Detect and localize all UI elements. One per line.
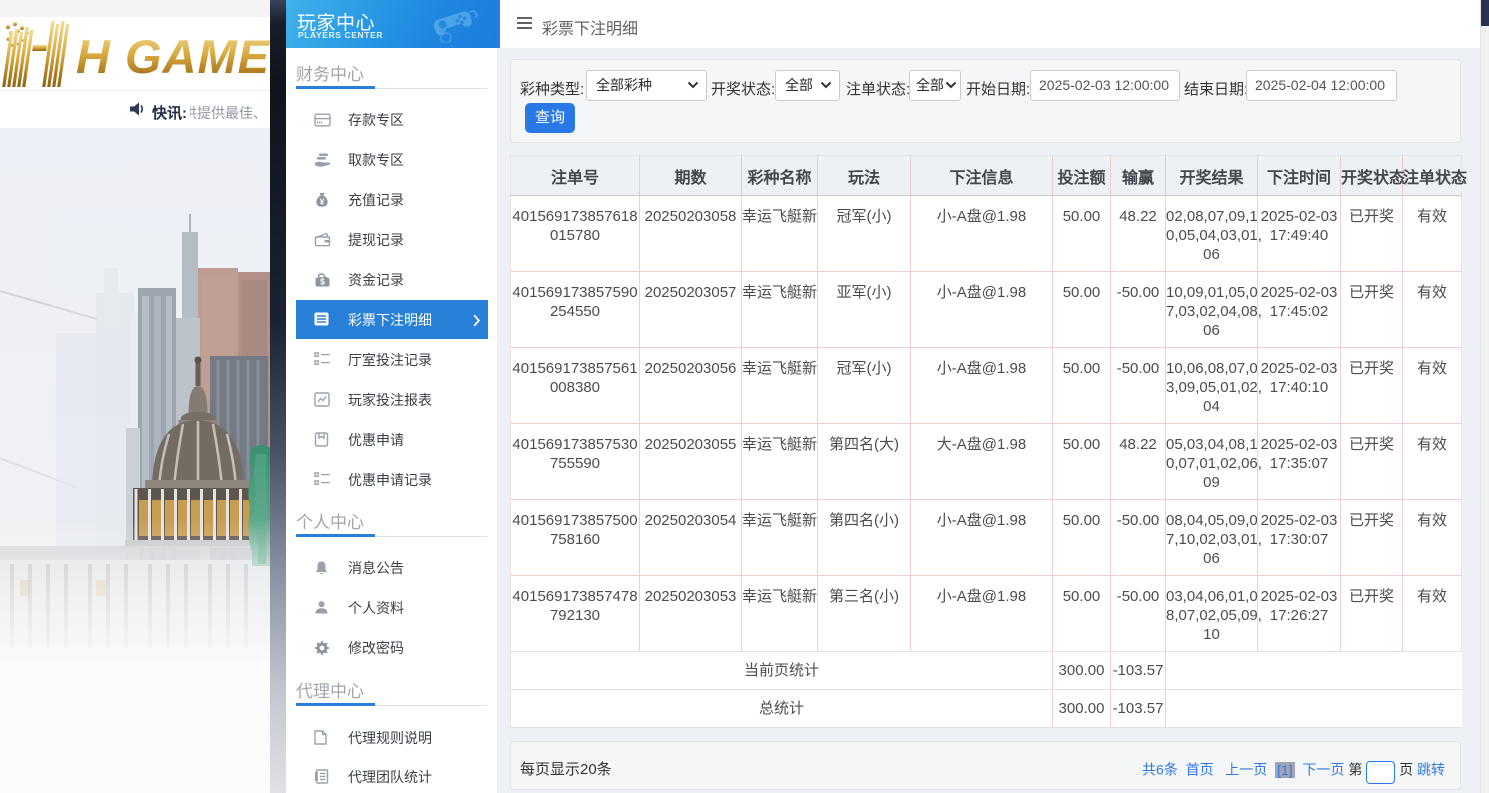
svg-text:$: $ <box>320 277 325 287</box>
svg-text:¥: ¥ <box>320 196 325 206</box>
svg-text:H GAME: H GAME <box>76 30 270 83</box>
